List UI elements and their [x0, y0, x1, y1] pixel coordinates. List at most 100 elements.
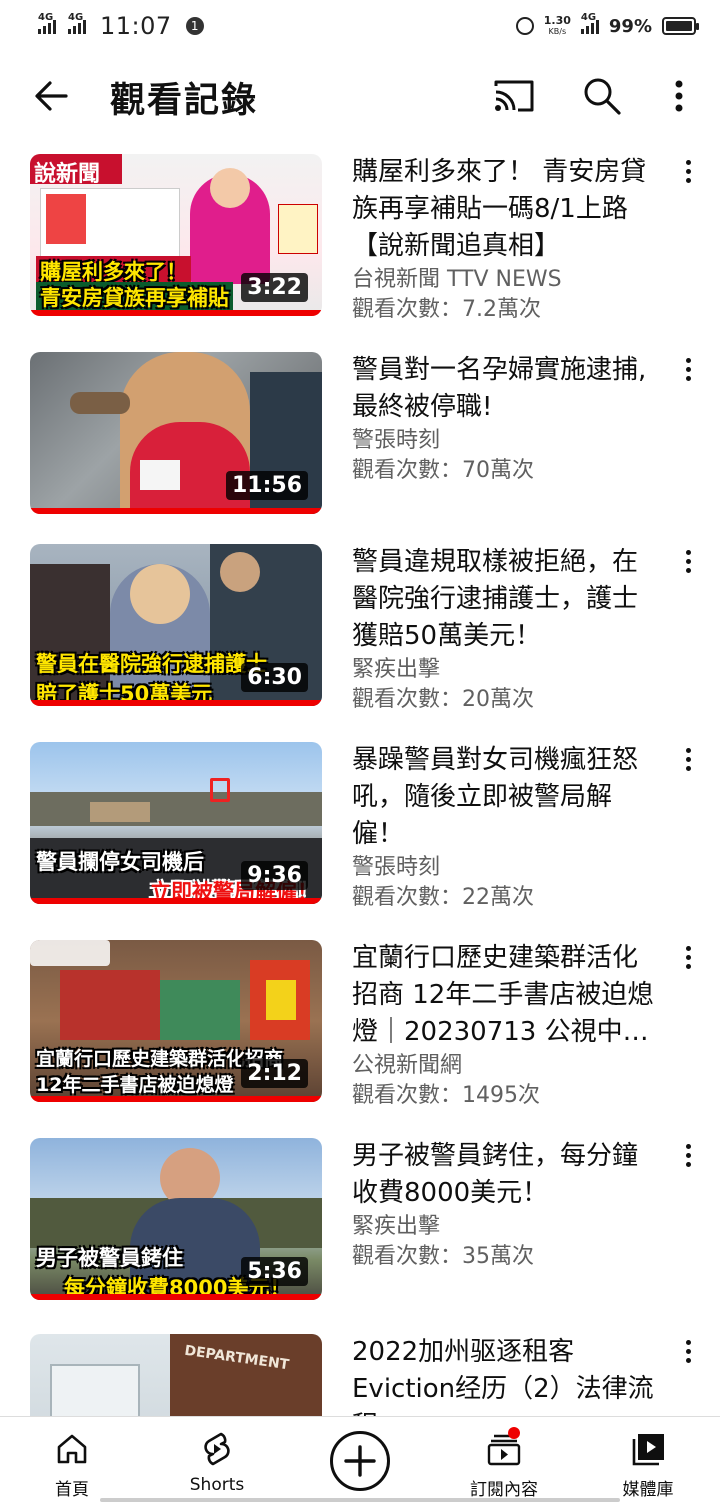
video-menu-button[interactable] — [678, 158, 698, 188]
home-icon — [52, 1429, 92, 1469]
thumbnail-caption-1: 警員在醫院強行逮捕護士 — [36, 652, 267, 676]
video-item[interactable]: 警員在醫院強行逮捕護士 賠了護士50萬美元 6:30 警員違規取樣被拒絕，在醫院… — [0, 530, 720, 712]
battery-icon — [662, 17, 699, 35]
watch-progress-bar — [30, 508, 322, 514]
back-arrow-icon — [35, 81, 68, 111]
more-vert-icon — [678, 548, 698, 573]
notification-dot — [508, 1427, 520, 1439]
clock: 11:07 — [100, 12, 172, 40]
signal-icon: 4G — [38, 12, 56, 34]
video-duration: 2:12 — [241, 1059, 308, 1088]
video-item[interactable]: 宜蘭行口歷史建築群活化招商 12年二手書店被迫熄燈 2:12 宜蘭行口歷史建築群… — [0, 926, 720, 1108]
search-button[interactable] — [582, 76, 622, 116]
thumbnail-caption-1: 男子被警員銬住 — [36, 1246, 183, 1270]
video-title[interactable]: 購屋利多來了！ 青安房貸族再享補貼一碼8/1上路【說新聞追真相】 — [352, 154, 662, 265]
more-vert-icon — [678, 158, 698, 183]
video-channel: 警張時刻 — [352, 855, 441, 880]
video-item[interactable]: DEPARTMENT 2022加州驱逐租客Eviction经历（2）法律流程 — [0, 1320, 720, 1416]
notification-badge: 1 — [185, 17, 204, 35]
video-duration: 11:56 — [225, 471, 308, 500]
create-button[interactable] — [330, 1431, 390, 1491]
video-duration: 9:36 — [241, 861, 308, 890]
thumbnail-caption-1: 警員攔停女司機后 — [36, 850, 204, 874]
video-menu-button[interactable] — [678, 1142, 698, 1172]
video-title[interactable]: 警員對一名孕婦實施逮捕,最終被停職! — [352, 352, 662, 426]
video-views: 觀看次數：35萬次 — [352, 1244, 534, 1269]
subscriptions-icon — [484, 1427, 524, 1469]
bottom-navigation: 首頁 Shorts 訂閱內容 媒體庫 — [0, 1416, 720, 1504]
library-icon — [628, 1429, 668, 1469]
signal-icon-3: 4G — [580, 12, 599, 34]
more-vert-icon — [678, 1142, 698, 1167]
video-item[interactable]: 警員攔停女司機后 立即被警局解僱！ 9:36 暴躁警員對女司機瘋狂怒吼，隨後立即… — [0, 728, 720, 910]
video-thumbnail[interactable]: DEPARTMENT — [30, 1334, 322, 1416]
video-item[interactable]: 說新聞 購屋利多來了！ 青安房貸族再享補貼 3:22 購屋利多來了！ 青安房貸族… — [0, 140, 720, 322]
video-menu-button[interactable] — [678, 1338, 698, 1368]
video-views: 觀看次數：1495次 — [352, 1083, 540, 1108]
video-channel: 警張時刻 — [352, 428, 441, 453]
back-button[interactable] — [30, 74, 74, 118]
video-duration: 6:30 — [241, 663, 308, 692]
nav-shorts-label: Shorts — [189, 1475, 245, 1495]
nav-home-label: 首頁 — [55, 1480, 89, 1500]
nav-subscriptions-label: 訂閱內容 — [470, 1480, 538, 1500]
watch-history-list[interactable]: 說新聞 購屋利多來了！ 青安房貸族再享補貼 3:22 購屋利多來了！ 青安房貸族… — [0, 140, 720, 1416]
video-views: 觀看次數：20萬次 — [352, 687, 534, 712]
status-bar: 4G 4G 11:07 1 1.30 KB/s 4G 99% — [0, 0, 720, 52]
video-menu-button[interactable] — [678, 944, 698, 974]
video-thumbnail[interactable]: 警員在醫院強行逮捕護士 賠了護士50萬美元 6:30 — [30, 544, 322, 706]
page-title: 觀看記錄 — [110, 81, 259, 121]
video-channel: 台視新聞 TTV NEWS — [352, 267, 562, 292]
video-channel: 緊疾出擊 — [352, 657, 441, 682]
nav-subscriptions[interactable]: 訂閱內容 — [456, 1417, 552, 1504]
cast-icon — [494, 80, 534, 112]
video-item[interactable]: 男子被警員銬住 每分鐘收費8000美元！ 5:36 男子被警員銬住，每分鐘收費8… — [0, 1124, 720, 1304]
nav-library-label: 媒體庫 — [622, 1480, 674, 1500]
shorts-icon — [197, 1429, 237, 1469]
video-title[interactable]: 宜蘭行口歷史建築群活化招商 12年二手書店被迫熄燈｜20230713 公視中晝新… — [352, 940, 662, 1051]
channel-logo-text: 說新聞 — [34, 162, 101, 187]
more-options-button[interactable] — [664, 74, 694, 118]
watch-progress-bar — [30, 1294, 322, 1300]
search-icon — [584, 78, 621, 115]
video-channel: 公視新聞網 — [352, 1053, 463, 1078]
video-menu-button[interactable] — [678, 548, 698, 578]
video-thumbnail[interactable]: 警員攔停女司機后 立即被警局解僱！ 9:36 — [30, 742, 322, 904]
nav-shorts[interactable]: Shorts — [170, 1417, 264, 1504]
nav-library[interactable]: 媒體庫 — [606, 1417, 690, 1504]
video-menu-button[interactable] — [678, 746, 698, 776]
video-title[interactable]: 暴躁警員對女司機瘋狂怒吼，隨後立即被警局解僱！ — [352, 742, 662, 853]
watch-progress-bar — [30, 1096, 322, 1102]
alarm-icon — [515, 17, 534, 35]
gesture-bar — [100, 1498, 620, 1502]
nav-home[interactable]: 首頁 — [30, 1417, 114, 1504]
thumbnail-caption-2: 12年二手書店被迫熄燈 — [36, 1074, 234, 1096]
thumbnail-caption-2: 青安房貸族再享補貼 — [36, 282, 233, 312]
watch-progress-bar — [30, 700, 322, 706]
video-title[interactable]: 警員違規取樣被拒絕，在醫院強行逮捕護士，護士獲賠50萬美元！ — [352, 544, 662, 655]
plus-icon — [344, 1445, 376, 1477]
video-item[interactable]: 11:56 警員對一名孕婦實施逮捕,最終被停職! 警張時刻 觀看次數：70萬次 — [0, 338, 720, 518]
video-channel: 緊疾出擊 — [352, 1214, 441, 1239]
more-vert-icon — [678, 1338, 698, 1363]
video-thumbnail[interactable]: 男子被警員銬住 每分鐘收費8000美元！ 5:36 — [30, 1138, 322, 1300]
video-thumbnail[interactable]: 11:56 — [30, 352, 322, 514]
video-views: 觀看次數：70萬次 — [352, 458, 534, 483]
battery-percent: 99% — [608, 15, 652, 37]
video-title[interactable]: 2022加州驱逐租客Eviction经历（2）法律流程 — [352, 1334, 662, 1416]
video-views: 觀看次數：7.2萬次 — [352, 297, 541, 322]
cast-button[interactable] — [492, 76, 536, 116]
signal-icon-2: 4G — [68, 12, 86, 34]
app-bar: 觀看記錄 — [0, 52, 720, 140]
video-views: 觀看次數：22萬次 — [352, 885, 534, 910]
video-menu-button[interactable] — [678, 356, 698, 386]
video-title[interactable]: 男子被警員銬住，每分鐘收費8000美元！ — [352, 1138, 662, 1212]
watch-progress-bar — [30, 310, 322, 316]
video-duration: 3:22 — [241, 273, 308, 302]
video-duration: 5:36 — [241, 1257, 308, 1286]
network-speed: 1.30 KB/s — [543, 14, 571, 36]
more-vert-icon — [678, 944, 698, 969]
video-thumbnail[interactable]: 說新聞 購屋利多來了！ 青安房貸族再享補貼 3:22 — [30, 154, 322, 316]
more-vert-icon — [678, 746, 698, 771]
video-thumbnail[interactable]: 宜蘭行口歷史建築群活化招商 12年二手書店被迫熄燈 2:12 — [30, 940, 322, 1102]
